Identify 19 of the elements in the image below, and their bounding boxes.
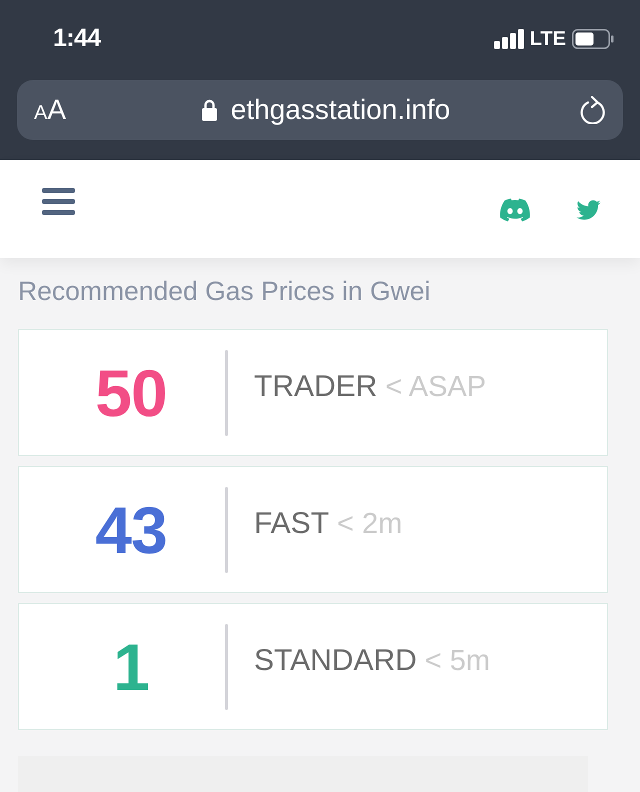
speed-label: FAST bbox=[254, 508, 330, 538]
price-value: 43 bbox=[95, 496, 167, 562]
discord-icon[interactable] bbox=[498, 197, 532, 223]
twitter-icon[interactable] bbox=[575, 198, 602, 222]
signal-icon bbox=[494, 29, 524, 49]
url-text: ethgasstation.info bbox=[230, 96, 450, 124]
text-size-button[interactable]: AA bbox=[34, 96, 82, 124]
address-bar[interactable]: AA ethgasstation.info bbox=[17, 80, 623, 140]
network-label: LTE bbox=[530, 27, 566, 52]
price-value: 50 bbox=[95, 360, 167, 426]
menu-icon[interactable] bbox=[42, 188, 75, 215]
status-time: 1:44 bbox=[53, 23, 101, 54]
speed-label: TRADER bbox=[254, 372, 378, 402]
battery-icon bbox=[572, 29, 614, 49]
section-heading: Recommended Gas Prices in Gwei bbox=[18, 276, 432, 307]
reload-icon[interactable] bbox=[580, 96, 606, 124]
price-value: 1 bbox=[113, 634, 149, 700]
speed-label: STANDARD bbox=[254, 646, 417, 676]
lock-icon bbox=[202, 99, 217, 121]
